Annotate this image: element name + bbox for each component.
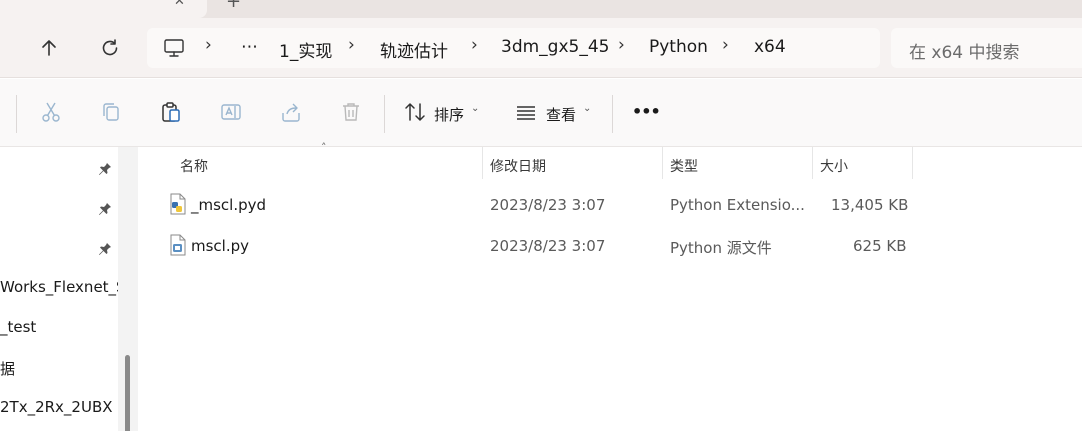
table-row[interactable]: _mscl.pyd 2023/8/23 3:07 Python Extensio… <box>138 187 1082 223</box>
sidebar-item[interactable]: 2Tx_2Rx_2UBX <box>0 398 113 416</box>
sidebar-item[interactable]: 据 <box>0 358 15 379</box>
toolbar-divider <box>384 95 385 133</box>
sidebar-item[interactable]: _test <box>0 318 36 336</box>
breadcrumb-separator: › <box>722 35 729 55</box>
breadcrumb-item[interactable]: 轨迹估计 <box>380 37 448 62</box>
more-options-button[interactable]: ••• <box>632 102 661 121</box>
breadcrumb-separator: › <box>471 35 478 55</box>
sort-label: 排序 <box>434 106 465 124</box>
breadcrumb-item[interactable]: 3dm_gx5_45 <box>501 37 609 57</box>
copy-icon <box>103 103 119 121</box>
up-button[interactable] <box>37 36 61 60</box>
view-label: 查看 <box>546 106 577 124</box>
scissors-icon <box>42 102 60 122</box>
share-icon <box>282 103 300 122</box>
file-list: ˄ 名称 修改日期 类型 大小 _mscl.pyd 2023/8/23 3:07… <box>138 141 1082 431</box>
column-header-name[interactable]: 名称 <box>180 156 208 176</box>
computer-icon <box>164 39 184 57</box>
breadcrumb-separator: › <box>618 35 625 55</box>
breadcrumb-item[interactable]: 1_实现 <box>279 37 332 62</box>
pin-icon <box>99 242 111 255</box>
chevron-down-icon: ⌄ <box>471 103 480 114</box>
refresh-icon <box>102 39 118 56</box>
arrow-up-icon <box>42 40 56 56</box>
column-divider[interactable] <box>912 147 913 179</box>
paste-button[interactable] <box>159 100 183 124</box>
breadcrumb-separator: › <box>205 35 212 55</box>
file-modified: 2023/8/23 3:07 <box>490 237 606 255</box>
toolbar-divider <box>16 95 17 133</box>
toolbar-divider <box>612 95 613 133</box>
new-tab-button[interactable]: + <box>226 0 241 12</box>
breadcrumb-separator: › <box>348 35 355 55</box>
list-view-icon <box>517 106 535 120</box>
pin-icon <box>99 162 111 175</box>
file-name: mscl.py <box>191 237 250 255</box>
refresh-button[interactable] <box>98 36 122 60</box>
close-tab-icon[interactable]: ✕ <box>174 0 185 9</box>
sidebar-item[interactable]: Works_Flexnet_S <box>0 278 118 296</box>
search-box[interactable]: 在 x64 中搜索 <box>891 28 1082 68</box>
search-placeholder: 在 x64 中搜索 <box>909 43 1020 63</box>
scrollbar-thumb[interactable] <box>125 355 130 431</box>
column-divider[interactable] <box>662 147 663 179</box>
sort-icon <box>405 103 425 121</box>
python-file-icon <box>170 234 186 256</box>
sort-button[interactable]: 排序 ⌄ <box>400 79 485 147</box>
navigation-pane: Works_Flexnet_S _test 据 2Tx_2Rx_2UBX <box>0 147 118 431</box>
trash-icon <box>343 103 359 121</box>
file-type: Python Extensio... <box>670 196 805 214</box>
breadcrumb-item[interactable]: x64 <box>754 37 786 57</box>
copy-button[interactable] <box>99 100 123 124</box>
column-header-type[interactable]: 类型 <box>670 156 698 176</box>
pin-icon <box>99 202 111 215</box>
view-button[interactable]: 查看 ⌄ <box>512 79 597 147</box>
share-button[interactable] <box>279 100 303 124</box>
command-bar: 排序 ⌄ 查看 ⌄ ••• <box>0 79 1082 147</box>
cut-button[interactable] <box>39 100 63 124</box>
column-header-size[interactable]: 大小 <box>820 156 848 176</box>
python-extension-icon <box>170 193 186 215</box>
column-header-modified[interactable]: 修改日期 <box>490 156 546 176</box>
active-tab[interactable]: ✕ <box>0 0 207 18</box>
breadcrumb[interactable]: › ⋯ 1_实现 › 轨迹估计 › 3dm_gx5_45 › Python › … <box>147 28 880 68</box>
sidebar-scrollbar[interactable] <box>118 147 138 431</box>
sort-indicator-icon: ˄ <box>321 141 327 154</box>
column-divider[interactable] <box>482 147 483 179</box>
file-type: Python 源文件 <box>670 239 772 257</box>
column-divider[interactable] <box>812 147 813 179</box>
breadcrumb-overflow[interactable]: ⋯ <box>241 37 258 57</box>
address-bar-row: › ⋯ 1_实现 › 轨迹估计 › 3dm_gx5_45 › Python › … <box>0 18 1082 78</box>
chevron-down-icon: ⌄ <box>583 103 592 114</box>
rename-button[interactable] <box>219 100 243 124</box>
rename-icon <box>221 104 241 120</box>
file-size: 625 KB <box>853 237 907 255</box>
file-modified: 2023/8/23 3:07 <box>490 196 606 214</box>
file-size: 13,405 KB <box>831 196 909 214</box>
table-row[interactable]: mscl.py 2023/8/23 3:07 Python 源文件 625 KB <box>138 228 1082 264</box>
clipboard-icon <box>162 102 180 122</box>
breadcrumb-item[interactable]: Python <box>649 37 708 57</box>
file-name: _mscl.pyd <box>191 196 267 214</box>
tab-strip: ✕ + <box>0 0 1082 18</box>
delete-button[interactable] <box>339 100 363 124</box>
